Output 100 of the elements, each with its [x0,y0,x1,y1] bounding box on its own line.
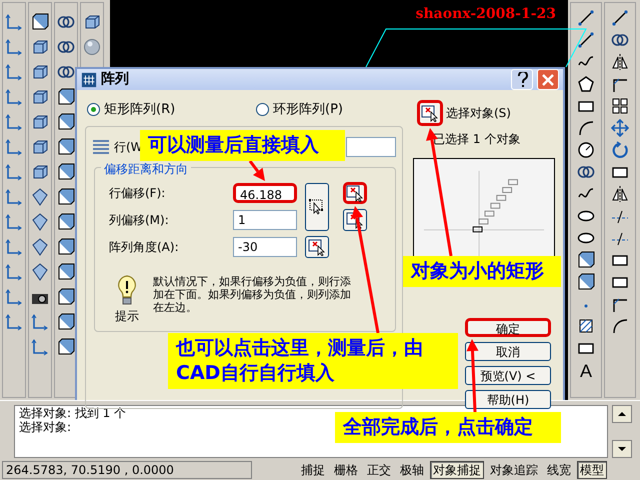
ucs-axes-icon[interactable] [5,38,23,56]
box-icon[interactable] [57,288,75,306]
close-icon [541,72,555,86]
status-toggle-button[interactable]: 对象追踪 [487,461,541,479]
box-icon[interactable] [57,188,75,206]
ucs-axes-icon[interactable] [5,288,23,306]
cube-icon[interactable] [31,88,49,106]
rings-icon[interactable] [577,163,595,181]
box-icon[interactable] [57,213,75,231]
pentagon-icon[interactable] [577,75,595,93]
four-squares-icon[interactable] [611,97,629,115]
pick-cursor-icon [346,184,364,202]
help-button[interactable] [511,69,533,90]
box-icon[interactable] [31,13,49,31]
command-line: 选择对象: [19,420,72,434]
arc-icon[interactable] [611,317,629,335]
box-icon[interactable] [57,138,75,156]
signature-text: shaonx-2008-1-23 [416,5,556,24]
scroll-up-button[interactable] [612,405,632,423]
rings-icon[interactable] [57,38,75,56]
ucs-axes-icon[interactable] [5,238,23,256]
mirror-icon[interactable] [611,53,629,71]
dialog-button[interactable]: 确定 [465,318,551,337]
rings-icon[interactable] [57,13,75,31]
ucs-axes-icon[interactable] [5,313,23,331]
pick-both-button[interactable] [305,182,329,230]
list-lines-icon [92,138,110,154]
ucs-axes-icon[interactable] [5,213,23,231]
ucs-axes-icon[interactable] [31,313,49,331]
diamond-icon[interactable] [31,238,49,256]
dialog-button[interactable]: 预览(V) < [465,366,551,385]
cube-icon[interactable] [31,138,49,156]
pick-button[interactable] [343,182,367,204]
dialog-button[interactable]: 帮助(H) [465,390,551,409]
box-icon[interactable] [57,163,75,181]
question-mark-icon [516,72,528,88]
array-grid-icon [81,72,97,88]
select-objects-button[interactable] [417,100,443,126]
field-label: 行偏移(F): [109,185,166,202]
cube-icon[interactable] [31,38,49,56]
box-icon[interactable] [57,113,75,131]
mirror-icon[interactable] [611,185,629,203]
ucs-axes-icon[interactable] [5,163,23,181]
down-arrow-icon [617,445,627,453]
lightbulb-icon [116,274,138,304]
sphere-icon[interactable] [83,38,101,56]
cube-icon[interactable] [31,163,49,181]
ucs-axes-icon[interactable] [5,188,23,206]
field-label: 列偏移(M): [109,212,170,229]
ucs-axes-icon[interactable] [5,63,23,81]
line-icon[interactable] [611,9,629,27]
circle-icon[interactable] [577,141,595,159]
rows-input-field[interactable] [346,136,396,156]
radio-button[interactable] [87,103,100,116]
ucs-axes-icon[interactable] [5,263,23,281]
ucs-axes-icon[interactable] [5,13,23,31]
move-icon[interactable] [611,119,629,137]
cube-icon[interactable] [83,13,101,31]
text-tool-letter[interactable]: A [580,361,592,381]
box-icon[interactable] [57,238,75,256]
hatch-icon[interactable] [577,317,595,335]
dialog-button[interactable]: 取消 [465,342,551,361]
hint-label: 提示 [115,308,139,324]
scroll-down-button[interactable] [612,440,632,458]
rings-icon[interactable] [611,31,629,49]
box-icon[interactable] [57,263,75,281]
field-label: 阵列角度(A): [109,239,180,256]
status-toggle-button[interactable]: 对象捕捉 [430,461,484,479]
close-button[interactable] [537,69,559,90]
ucs-axes-icon[interactable] [5,138,23,156]
number-input-field[interactable]: 46.188 [233,183,297,203]
arc-icon[interactable] [577,119,595,137]
rings-icon[interactable] [57,63,75,81]
hint-text: 默认情况下，如果行偏移为负值，则行添加在下面。如果列偏移为负值，则列添加在左边。 [153,274,351,316]
select-objects-label: 选择对象(S) [446,105,511,122]
radio-label[interactable]: 矩形阵列(R) [104,100,176,120]
diamond-icon[interactable] [31,188,49,206]
diamond-icon[interactable] [31,263,49,281]
pick-cursor-icon [421,104,439,122]
line-icon[interactable] [577,9,595,27]
cube-icon[interactable] [31,113,49,131]
box-icon[interactable] [577,251,595,269]
radio-label[interactable]: 环形阵列(P) [273,100,343,120]
ucs-axes-icon[interactable] [5,88,23,106]
number-input-field[interactable]: -30 [233,237,297,257]
box-icon[interactable] [57,88,75,106]
box-icon[interactable] [57,313,75,331]
diamond-icon[interactable] [31,213,49,231]
box-icon[interactable] [57,338,75,356]
ucs-axes-icon[interactable] [31,338,49,356]
ucs-axes-icon[interactable] [5,113,23,131]
box-icon[interactable] [577,273,595,291]
rotate-icon[interactable] [611,141,629,159]
coordinates-display: 264.5783, 70.5190 , 0.0000 [2,461,252,479]
number-input-field[interactable]: 1 [233,210,297,230]
radio-button[interactable] [256,103,270,116]
line-icon[interactable] [577,31,595,49]
pick-button[interactable] [305,236,329,258]
cube-icon[interactable] [31,63,49,81]
status-toggle-button[interactable]: 模型 [577,461,607,479]
